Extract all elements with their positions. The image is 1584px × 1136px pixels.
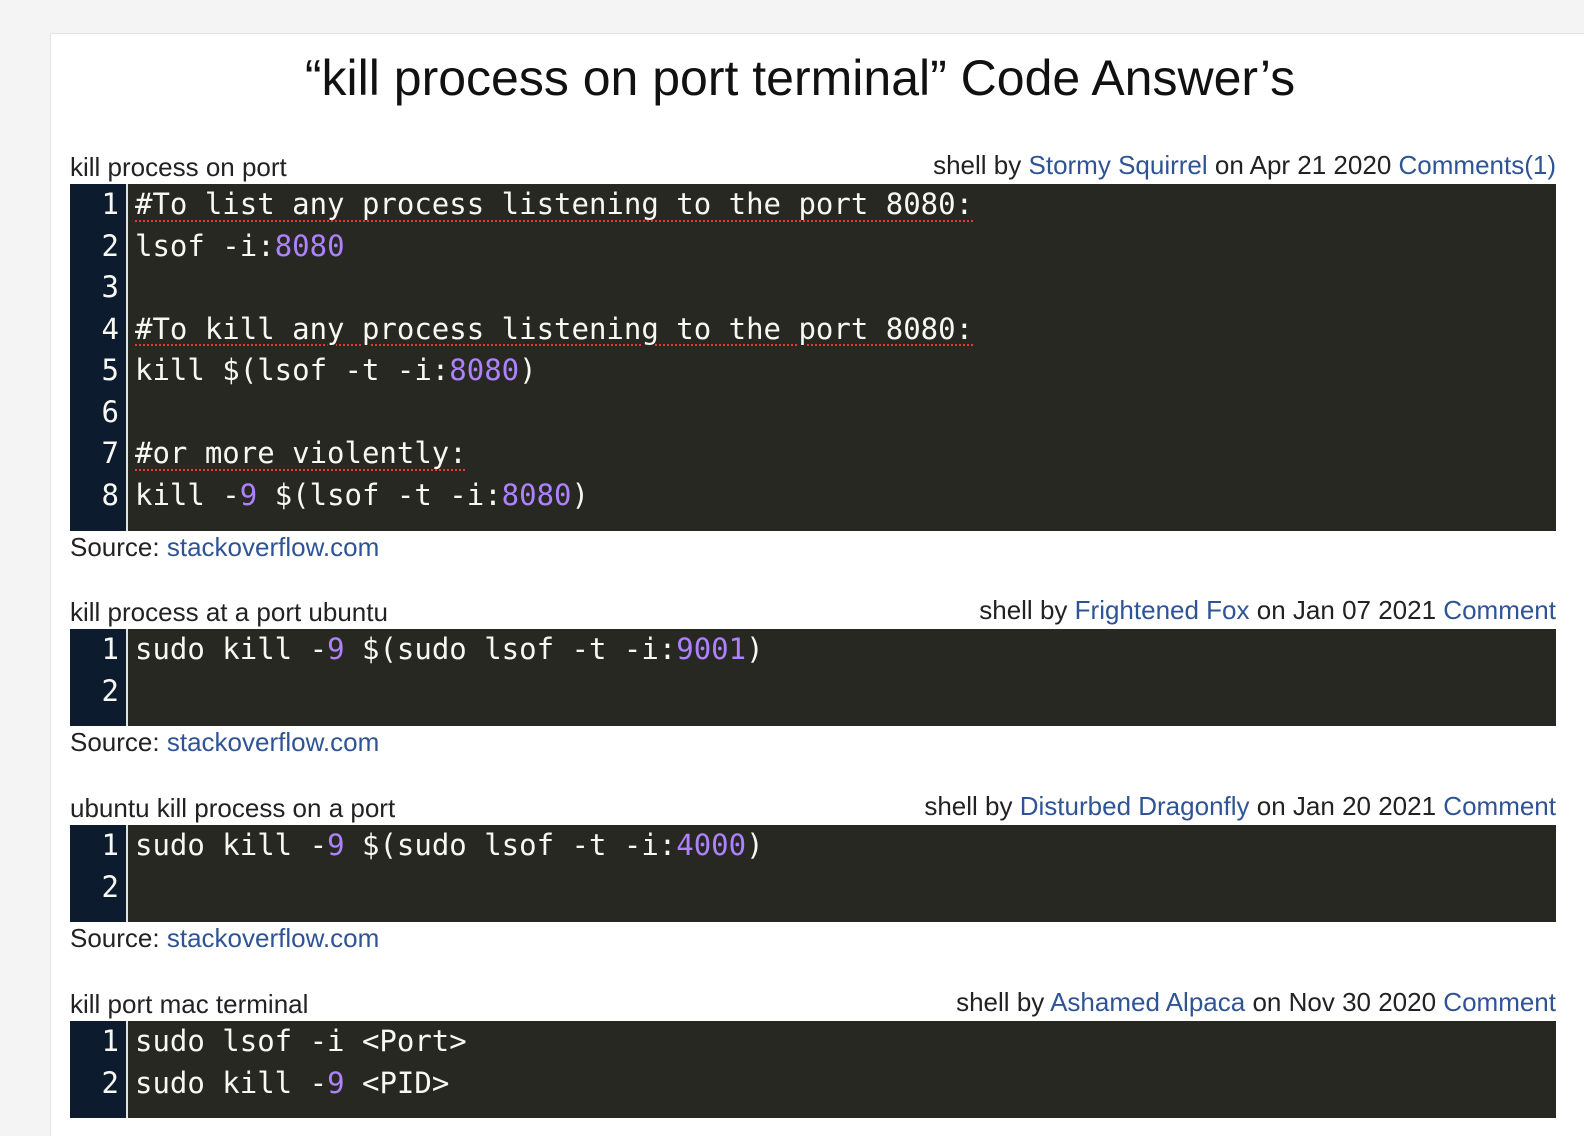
code-line: kill $(lsof -t -i:8080) [135,353,537,387]
gutter-separator [126,1021,128,1118]
line-number-gutter: 1 2 3 4 5 6 7 8 [70,184,126,531]
line-number: 1 [101,828,119,862]
code-line: #or more violently: [135,436,467,470]
code-block[interactable]: 1 2 sudo lsof -i <Port> sudo kill -9 <PI… [70,1021,1556,1118]
answer-byline: shell by Ashamed Alpaca on Nov 30 2020 C… [956,987,1556,1017]
author-link[interactable]: Stormy Squirrel [1029,150,1208,180]
source-link[interactable]: stackoverflow.com [167,532,379,562]
code-lines: sudo kill -9 $(sudo lsof -t -i:9001) [128,629,1556,726]
page-title: “kill process on port terminal” Code Ans… [304,50,1296,106]
code-line: lsof -i:8080 [135,228,345,263]
source-line: Source: stackoverflow.com [70,532,380,562]
answer-header: kill process on port shell by Stormy Squ… [70,146,1556,184]
answer-card: kill port mac terminal shell by Ashamed … [70,983,1556,1118]
gutter-separator [126,825,128,922]
code-line: sudo kill -9 $(sudo lsof -t -i:4000) [135,828,764,862]
post-date: Nov 30 2020 [1288,987,1437,1017]
answer-title: ubuntu kill process on a port [70,793,396,823]
code-line: #To kill any process listening to the po… [135,311,974,346]
comment-link[interactable]: Comment [1443,595,1556,625]
post-date: Jan 20 2021 [1292,791,1437,821]
line-number-gutter: 1 2 [70,1021,126,1118]
author-link[interactable]: Frightened Fox [1075,595,1250,625]
answer-card: kill process on port shell by Stormy Squ… [70,146,1556,563]
answer-byline: shell by Disturbed Dragonfly on Jan 20 2… [924,791,1556,821]
answer-title: kill process on port [70,152,287,182]
answer-title: kill port mac terminal [70,989,309,1019]
source-line: Source: stackoverflow.com [70,727,380,757]
line-number: 1 [101,1024,119,1058]
code-line: kill -9 $(lsof -t -i:8080) [135,477,589,512]
answer-title: kill process at a port ubuntu [70,597,388,627]
answer-card: ubuntu kill process on a port shell by D… [70,787,1556,954]
comment-link[interactable]: Comment [1443,987,1556,1017]
code-lines: #To list any process listening to the po… [128,184,1556,531]
line-number: 2 [101,1065,119,1100]
line-number: 7 [101,436,119,470]
answer-header: kill process at a port ubuntu shell by F… [70,591,1556,629]
source-link[interactable]: stackoverflow.com [167,923,379,953]
line-number: 1 [101,187,119,221]
code-block[interactable]: 1 2 3 4 5 6 7 8 #To list any process lis… [70,184,1556,531]
author-link[interactable]: Disturbed Dragonfly [1020,791,1250,821]
source-line: Source: stackoverflow.com [70,923,380,953]
code-block[interactable]: 1 2 sudo kill -9 $(sudo lsof -t -i:9001) [70,629,1556,726]
code-line: sudo lsof -i <Port> [135,1024,467,1058]
line-number: 6 [101,394,119,429]
author-link[interactable]: Ashamed Alpaca [1050,987,1245,1017]
line-number-gutter: 1 2 [70,629,126,726]
line-number-gutter: 1 2 [70,825,126,922]
answer-header: kill port mac terminal shell by Ashamed … [70,983,1556,1021]
code-block[interactable]: 1 2 sudo kill -9 $(sudo lsof -t -i:4000) [70,825,1556,922]
line-number: 8 [101,477,119,512]
answer-card: kill process at a port ubuntu shell by F… [70,591,1556,758]
post-date: Jan 07 2021 [1292,595,1437,625]
answer-byline: shell by Stormy Squirrel on Apr 21 2020 … [933,150,1556,180]
language-label: shell [933,150,987,180]
code-line: sudo kill -9 $(sudo lsof -t -i:9001) [135,632,764,666]
line-number: 3 [101,270,119,304]
language-label: shell [956,987,1010,1017]
gutter-separator [126,184,128,531]
line-number: 2 [101,869,119,904]
comment-link[interactable]: Comment [1443,791,1556,821]
line-number: 2 [101,228,119,263]
post-date: Apr 21 2020 [1249,150,1392,180]
code-line: #To list any process listening to the po… [135,187,974,221]
line-number: 2 [101,673,119,708]
source-link[interactable]: stackoverflow.com [167,727,379,757]
gutter-separator [126,629,128,726]
code-lines: sudo lsof -i <Port> sudo kill -9 <PID> [128,1021,1556,1118]
language-label: shell [924,791,978,821]
code-lines: sudo kill -9 $(sudo lsof -t -i:4000) [128,825,1556,922]
line-number: 1 [101,632,119,666]
line-number: 4 [101,311,119,346]
answer-header: ubuntu kill process on a port shell by D… [70,787,1556,825]
line-number: 5 [101,353,119,387]
comments-link[interactable]: Comments(1) [1399,150,1556,180]
code-line: sudo kill -9 <PID> [135,1065,450,1100]
language-label: shell [979,595,1033,625]
answer-byline: shell by Frightened Fox on Jan 07 2021 C… [979,595,1556,625]
